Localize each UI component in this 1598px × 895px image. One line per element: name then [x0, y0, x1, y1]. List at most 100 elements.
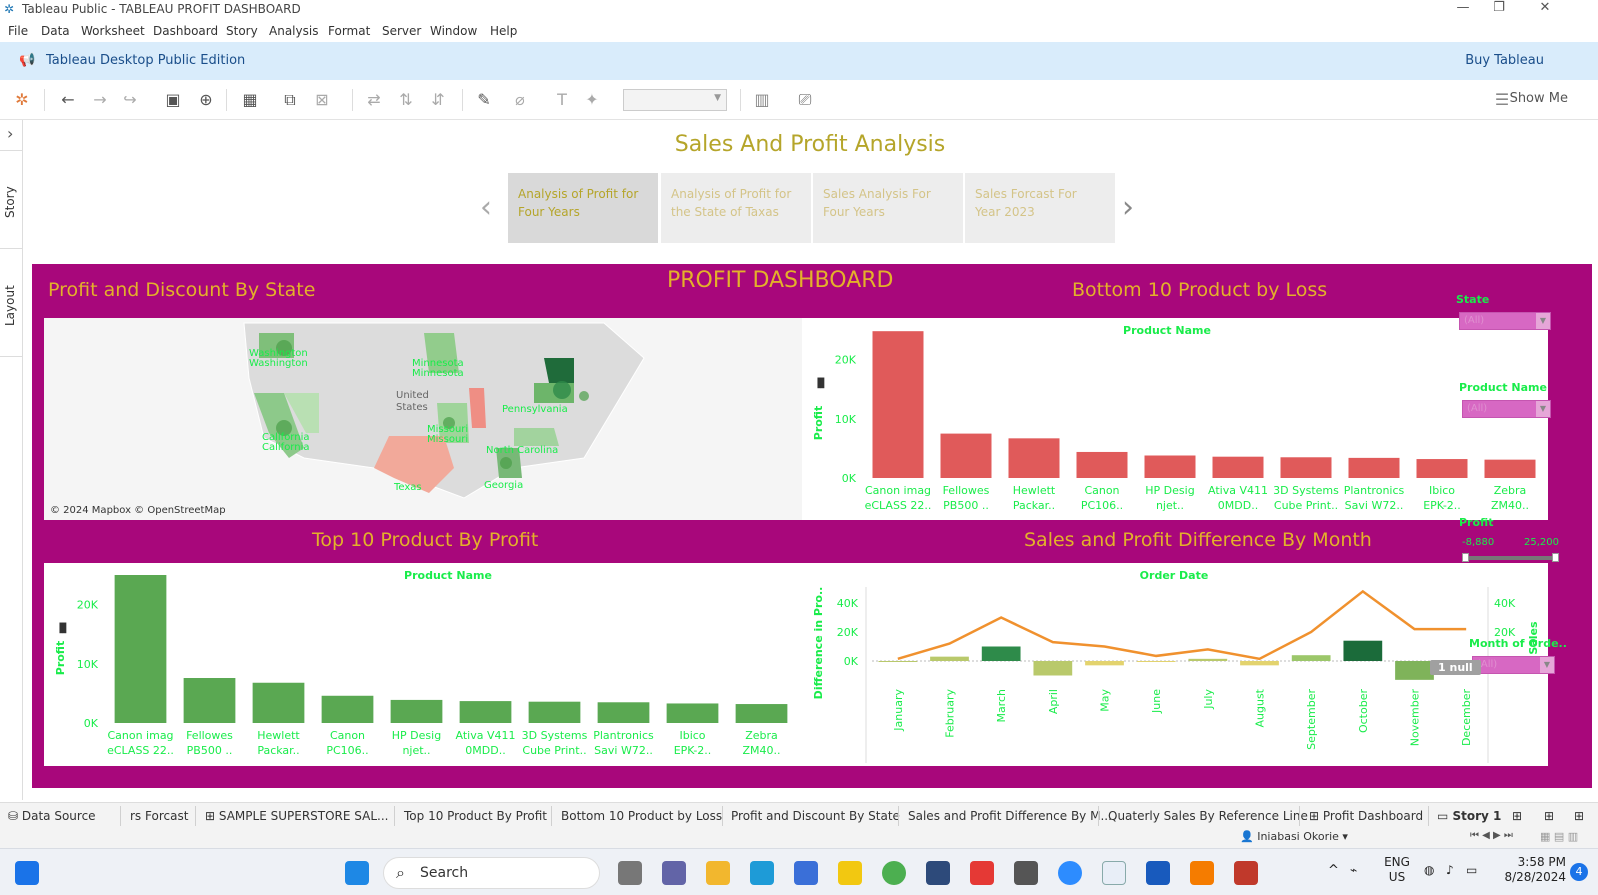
close-button[interactable]: ✕	[1530, 0, 1560, 18]
bottom10-chart[interactable]: Product Name Profit ▐▌ 0K 10K 20K Canon ima…	[802, 318, 1548, 520]
network-icon[interactable]: ⌁	[1350, 863, 1357, 878]
new-worksheet-icon[interactable]: ⊞	[1512, 809, 1522, 823]
bar[interactable]	[114, 575, 167, 723]
bar[interactable]	[666, 703, 719, 723]
top10-panel[interactable]: Product Name Profit ▐▌ 0K 10K 20K Canon ima…	[44, 563, 808, 766]
task-view-icon[interactable]	[618, 861, 642, 885]
battery-icon[interactable]: ▭	[1466, 863, 1477, 878]
buy-tableau-link[interactable]: Buy Tableau	[1465, 53, 1544, 68]
product-filter[interactable]: (All) ▼	[1462, 400, 1551, 418]
undo-icon[interactable]: ←	[58, 90, 78, 110]
state-marker[interactable]	[579, 391, 589, 401]
tableau-icon[interactable]	[1102, 861, 1126, 885]
file-explorer-icon[interactable]	[706, 861, 730, 885]
bar[interactable]	[1076, 451, 1128, 478]
menu-worksheet[interactable]: Worksheet	[81, 24, 145, 38]
bar[interactable]	[1144, 455, 1196, 478]
menu-file[interactable]: File	[8, 24, 28, 38]
sheet-tab-active[interactable]: ▭ Story 1	[1437, 809, 1501, 823]
store-icon[interactable]	[794, 861, 818, 885]
chrome-icon[interactable]	[882, 861, 906, 885]
story-point-3[interactable]: Sales Analysis For Four Years	[813, 173, 963, 243]
add-datasource-icon[interactable]: ⊕	[196, 90, 216, 110]
bar[interactable]	[1280, 457, 1332, 478]
difference-bar[interactable]	[1240, 661, 1279, 666]
profit-slider-min-handle[interactable]	[1462, 553, 1469, 562]
difference-bar[interactable]	[1291, 655, 1331, 661]
difference-bar[interactable]	[1343, 640, 1383, 661]
difference-bar[interactable]	[981, 646, 1021, 662]
layout-side-tab[interactable]: Layout	[0, 256, 23, 346]
bottom10-panel[interactable]: Product Name Profit ▐▌ 0K 10K 20K Canon ima…	[802, 318, 1548, 520]
redo-icon[interactable]: →	[90, 90, 110, 110]
sheet-navigation-icon[interactable]: ⏮ ◀ ▶ ⏭	[1470, 830, 1513, 841]
data-source-tab[interactable]: ⛁ Data Source	[8, 809, 96, 823]
expand-panel-icon[interactable]: ›	[7, 124, 13, 143]
menu-analysis[interactable]: Analysis	[269, 24, 318, 38]
menu-server[interactable]: Server	[382, 24, 421, 38]
difference-bar[interactable]	[1136, 661, 1176, 662]
language-indicator[interactable]: ENG US	[1380, 855, 1414, 885]
sort-descending-icon[interactable]: ⇵	[428, 90, 448, 110]
vlc-icon[interactable]	[1190, 861, 1214, 885]
chevron-up-icon[interactable]: ^	[1328, 863, 1339, 878]
story-point-4[interactable]: Sales Forcast For Year 2023	[965, 173, 1115, 243]
fit-select[interactable]: ▼	[623, 89, 727, 111]
sheet-tab[interactable]: Sales and Profit Difference By M...	[908, 809, 1112, 823]
difference-bar[interactable]	[1395, 661, 1434, 680]
story-prev-arrow[interactable]: ‹	[480, 190, 492, 225]
new-dashboard-icon[interactable]: ⊞	[1544, 809, 1554, 823]
power-bi-icon[interactable]	[838, 861, 862, 885]
minimize-button[interactable]: —	[1448, 0, 1478, 18]
notification-badge[interactable]: 4	[1570, 863, 1588, 881]
clear-sheet-icon[interactable]: ⊠	[312, 90, 332, 110]
word-icon[interactable]	[1146, 861, 1170, 885]
bar[interactable]	[1008, 438, 1060, 478]
null-indicator[interactable]: 1 null	[1430, 660, 1481, 675]
difference-bar[interactable]	[1033, 661, 1073, 676]
save-icon[interactable]: ▣	[163, 90, 183, 110]
bar[interactable]	[528, 701, 581, 723]
profit-range-slider[interactable]	[1464, 556, 1556, 560]
sheet-tab[interactable]: Bottom 10 Product by Loss	[561, 809, 722, 823]
desktop-icon[interactable]	[15, 861, 39, 885]
menu-format[interactable]: Format	[328, 24, 370, 38]
bar[interactable]	[459, 701, 512, 723]
youtube-icon[interactable]	[970, 861, 994, 885]
story-side-tab[interactable]: Story	[0, 158, 23, 248]
replay-icon[interactable]: ↪	[120, 90, 140, 110]
show-me-button[interactable]: Show Me	[1510, 91, 1568, 106]
story-point-2[interactable]: Analysis of Profit for the State of Taxa…	[661, 173, 811, 243]
new-sheet-icon[interactable]: ▦	[240, 90, 260, 110]
bar[interactable]	[735, 704, 788, 723]
user-menu[interactable]: 👤 Iniabasi Okorie ▾	[1240, 830, 1348, 843]
bar[interactable]	[597, 702, 650, 723]
sheet-tab[interactable]: ⊞ SAMPLE SUPERSTORE SAL...	[205, 809, 388, 823]
story-next-arrow[interactable]: ›	[1122, 190, 1134, 225]
state-marker[interactable]	[553, 381, 571, 399]
difference-bar[interactable]	[878, 661, 918, 662]
bar[interactable]	[252, 682, 305, 723]
pin-icon[interactable]: ✦	[582, 90, 602, 110]
menu-dashboard[interactable]: Dashboard	[153, 24, 218, 38]
menu-story[interactable]: Story	[226, 24, 258, 38]
group-icon[interactable]: ⌀	[510, 90, 530, 110]
state-new-york[interactable]	[544, 358, 574, 383]
month-filter[interactable]: (All) ▼	[1472, 656, 1555, 674]
swap-icon[interactable]: ⇄	[364, 90, 384, 110]
state-filter[interactable]: (All) ▼	[1459, 312, 1551, 330]
top10-chart[interactable]: Product Name Profit ▐▌ 0K 10K 20K Canon ima…	[44, 563, 808, 766]
globe-icon[interactable]: ◍	[1424, 863, 1434, 878]
bar[interactable]	[872, 331, 924, 478]
clock[interactable]: 3:58 PM 8/28/2024	[1500, 855, 1566, 885]
bar[interactable]	[1212, 456, 1264, 478]
menu-window[interactable]: Window	[430, 24, 477, 38]
menu-data[interactable]: Data	[41, 24, 70, 38]
sheet-view-icon[interactable]: ▦ ▤ ▥	[1540, 830, 1578, 843]
bar[interactable]	[321, 695, 374, 723]
state-north-carolina[interactable]	[514, 428, 559, 446]
remote-desktop-icon[interactable]	[1014, 861, 1038, 885]
taskbar-search[interactable]: ⌕ Search	[383, 857, 600, 889]
show-cards-icon[interactable]: ▥	[752, 90, 772, 110]
bar[interactable]	[183, 678, 236, 723]
